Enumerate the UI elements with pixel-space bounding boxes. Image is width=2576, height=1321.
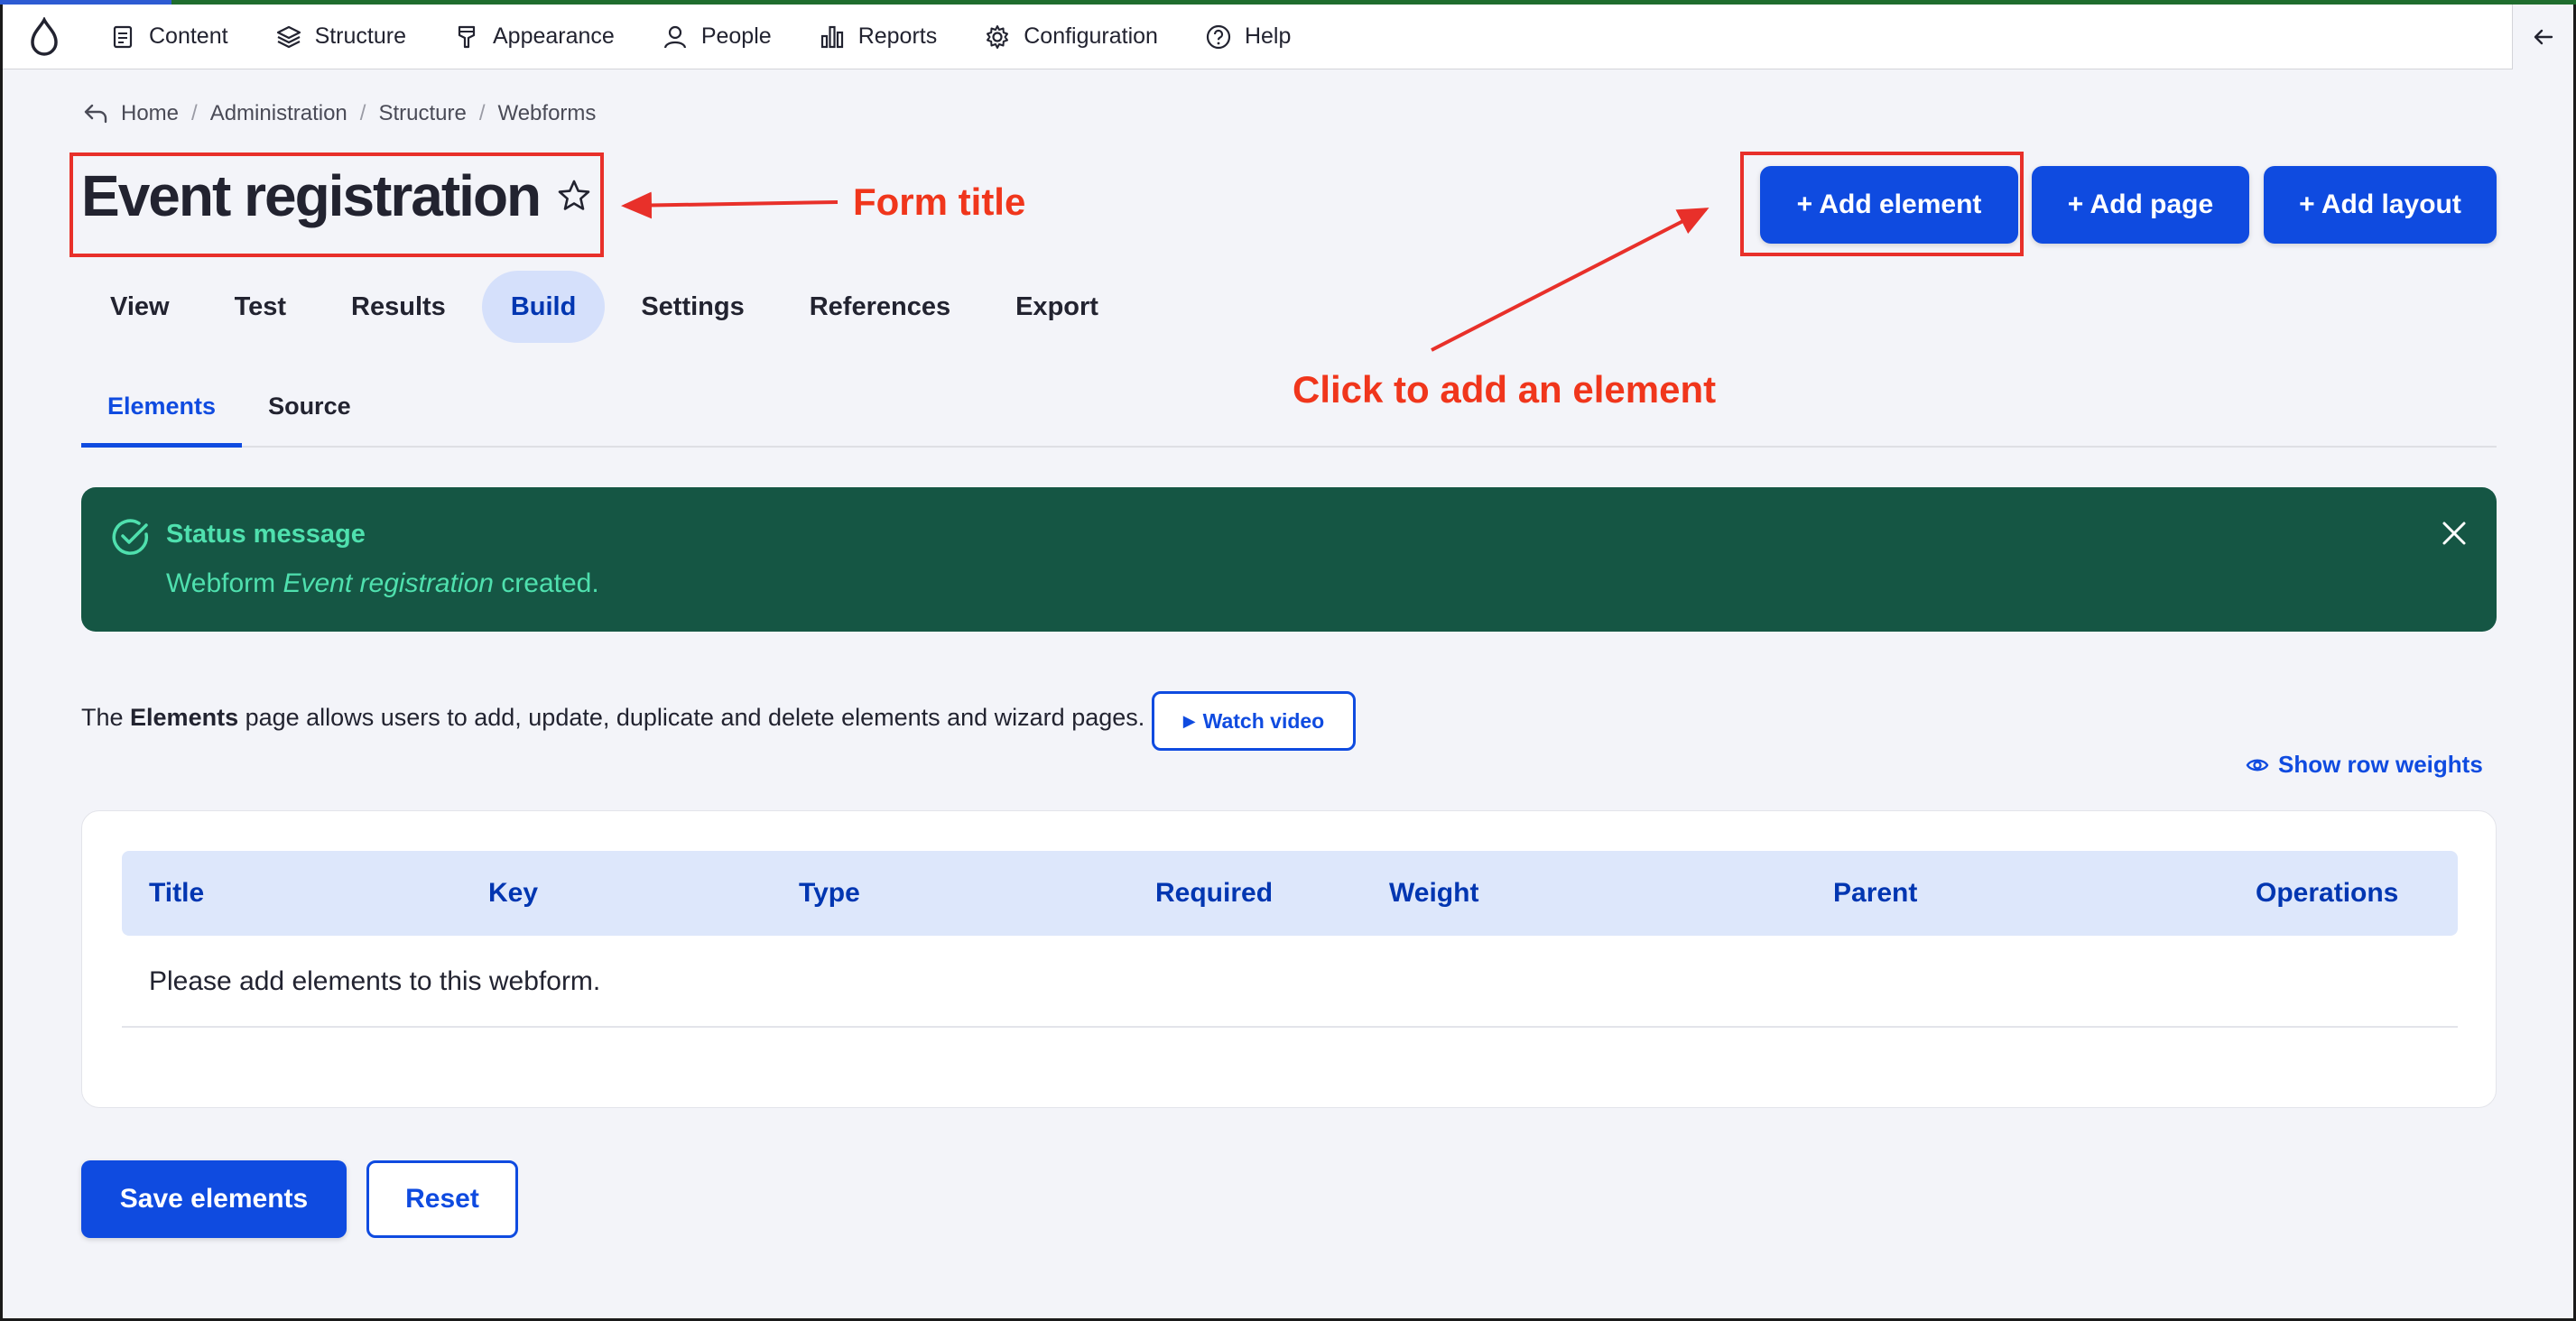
column-title: Title (149, 878, 205, 908)
tab-references[interactable]: References (781, 271, 979, 343)
description-prefix: The (81, 704, 131, 731)
column-parent: Parent (1833, 878, 1918, 908)
column-key: Key (488, 878, 539, 908)
breadcrumb-administration[interactable]: Administration (210, 101, 347, 126)
back-arrow-icon[interactable] (83, 103, 108, 125)
reset-button[interactable]: Reset (366, 1160, 518, 1238)
column-operations: Operations (2256, 878, 2399, 908)
content-icon (113, 25, 133, 48)
column-weight: Weight (1389, 878, 1479, 908)
toolbar-accent-line-right (171, 0, 2576, 5)
tab-build[interactable]: Build (481, 271, 606, 343)
toolbar-item-reports[interactable]: Reports (795, 5, 961, 69)
admin-toolbar: Content Structure Appearance People Repo… (3, 5, 2573, 69)
elements-table-card: Title Key Type Required Weight Parent Op… (81, 810, 2497, 1108)
watch-video-label: Watch video (1202, 708, 1325, 733)
arrow-left-icon (2534, 29, 2553, 45)
help-icon (1206, 24, 1231, 49)
elements-description: The Elements page allows users to add, u… (81, 704, 1144, 732)
status-body: Webform Event registration created. (166, 568, 599, 599)
tab-results[interactable]: Results (322, 271, 475, 343)
status-body-form-name: Event registration (283, 568, 494, 598)
annotation-box-form-title (69, 152, 604, 257)
toolbar-item-label: Reports (857, 23, 938, 49)
column-required: Required (1155, 878, 1274, 908)
toolbar-item-label: Configuration (1024, 23, 1158, 49)
add-element-button[interactable]: + Add element (1760, 166, 2018, 244)
watch-video-button[interactable]: ▶ Watch video (1152, 691, 1356, 751)
subtab-source[interactable]: Source (242, 379, 377, 448)
structure-icon (276, 25, 301, 48)
save-elements-button[interactable]: Save elements (81, 1160, 347, 1238)
toolbar-item-people[interactable]: People (638, 5, 795, 69)
toolbar-item-help[interactable]: Help (1181, 5, 1314, 69)
breadcrumb-separator: / (359, 101, 366, 125)
secondary-tabs: Elements Source (81, 379, 2497, 448)
eye-icon (2246, 759, 2269, 771)
show-row-weights-label: Show row weights (2278, 751, 2483, 778)
table-header: Title Key Type Required Weight Parent Op… (122, 851, 2458, 936)
people-icon (663, 25, 686, 48)
status-body-suffix: created. (493, 568, 599, 598)
reports-icon (820, 25, 843, 48)
show-row-weights-link[interactable]: Show row weights (2246, 751, 2483, 779)
annotation-arrow-form-title (621, 191, 839, 219)
add-layout-button[interactable]: + Add layout (2264, 166, 2497, 244)
breadcrumb-separator: / (478, 101, 486, 125)
breadcrumb-home[interactable]: Home (121, 101, 179, 126)
tab-export[interactable]: Export (987, 271, 1127, 343)
status-message: Status message Webform Event registratio… (81, 487, 2497, 632)
toolbar-accent-line (0, 0, 171, 5)
annotation-form-title: Form title (853, 180, 1026, 223)
toolbar-item-structure[interactable]: Structure (252, 5, 430, 69)
check-circle-icon (112, 519, 149, 555)
play-icon: ▶ (1182, 711, 1196, 730)
status-body-prefix: Webform (166, 568, 283, 598)
status-title: Status message (166, 520, 366, 549)
toolbar-item-configuration[interactable]: Configuration (960, 5, 1181, 69)
breadcrumb-separator: / (191, 101, 198, 125)
add-page-button[interactable]: + Add page (2032, 166, 2249, 244)
toolbar-item-label: Help (1244, 23, 1292, 49)
breadcrumb-structure[interactable]: Structure (378, 101, 466, 126)
drupal-drop-icon (31, 16, 58, 56)
toolbar-item-label: People (700, 23, 772, 49)
column-type: Type (799, 878, 860, 908)
drupal-logo[interactable] (3, 5, 86, 69)
table-empty-message: Please add elements to this webform. (122, 936, 2458, 1028)
close-icon[interactable] (2441, 520, 2468, 547)
toolbar-item-label: Content (149, 23, 228, 49)
annotation-arrow-add-element (1431, 208, 1710, 352)
description-suffix: page allows users to add, update, duplic… (238, 704, 1145, 731)
toolbar-item-appearance[interactable]: Appearance (430, 5, 638, 69)
tab-test[interactable]: Test (206, 271, 315, 343)
toolbar-collapse-button[interactable] (2512, 5, 2573, 69)
gear-icon (987, 24, 1009, 49)
subtab-elements[interactable]: Elements (81, 379, 243, 448)
toolbar-item-content[interactable]: Content (86, 5, 252, 69)
toolbar-item-label: Appearance (493, 23, 615, 49)
breadcrumb-webforms[interactable]: Webforms (497, 101, 596, 126)
tab-view[interactable]: View (81, 271, 199, 343)
appearance-icon (458, 25, 476, 48)
toolbar-item-label: Structure (314, 23, 406, 49)
primary-tabs: View Test Results Build Settings Referen… (81, 271, 1127, 343)
breadcrumb: Home / Administration / Structure / Webf… (83, 101, 596, 126)
description-bold: Elements (130, 704, 239, 731)
tab-settings[interactable]: Settings (612, 271, 773, 343)
